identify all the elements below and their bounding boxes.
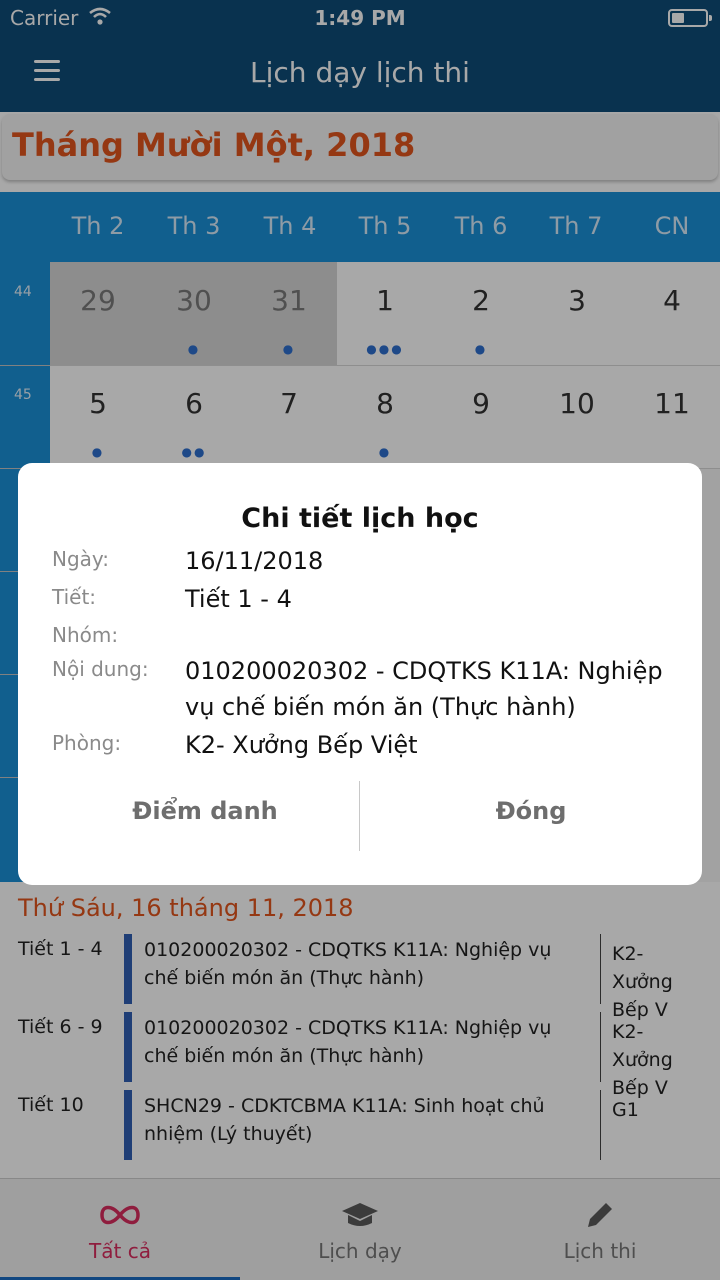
- detail-value: Tiết 1 - 4: [185, 585, 292, 613]
- dialog-title: Chi tiết lịch học: [241, 503, 479, 534]
- detail-value: 010200020302 - CDQTKS K11A: Nghiệp vụ ch…: [185, 657, 663, 721]
- detail-label: Nhóm:: [52, 623, 119, 647]
- detail-value: K2- Xưởng Bếp Việt: [185, 731, 418, 759]
- detail-label: Nội dung:: [52, 657, 149, 681]
- detail-label: Tiết:: [52, 585, 97, 609]
- close-button[interactable]: Đóng: [366, 797, 696, 825]
- attendance-button[interactable]: Điểm danh: [40, 797, 370, 825]
- detail-label: Phòng:: [52, 731, 122, 755]
- detail-label: Ngày:: [52, 547, 110, 571]
- detail-value: 16/11/2018: [185, 547, 324, 575]
- schedule-detail-dialog: Chi tiết lịch học Ngày: 16/11/2018 Tiết:…: [18, 463, 702, 885]
